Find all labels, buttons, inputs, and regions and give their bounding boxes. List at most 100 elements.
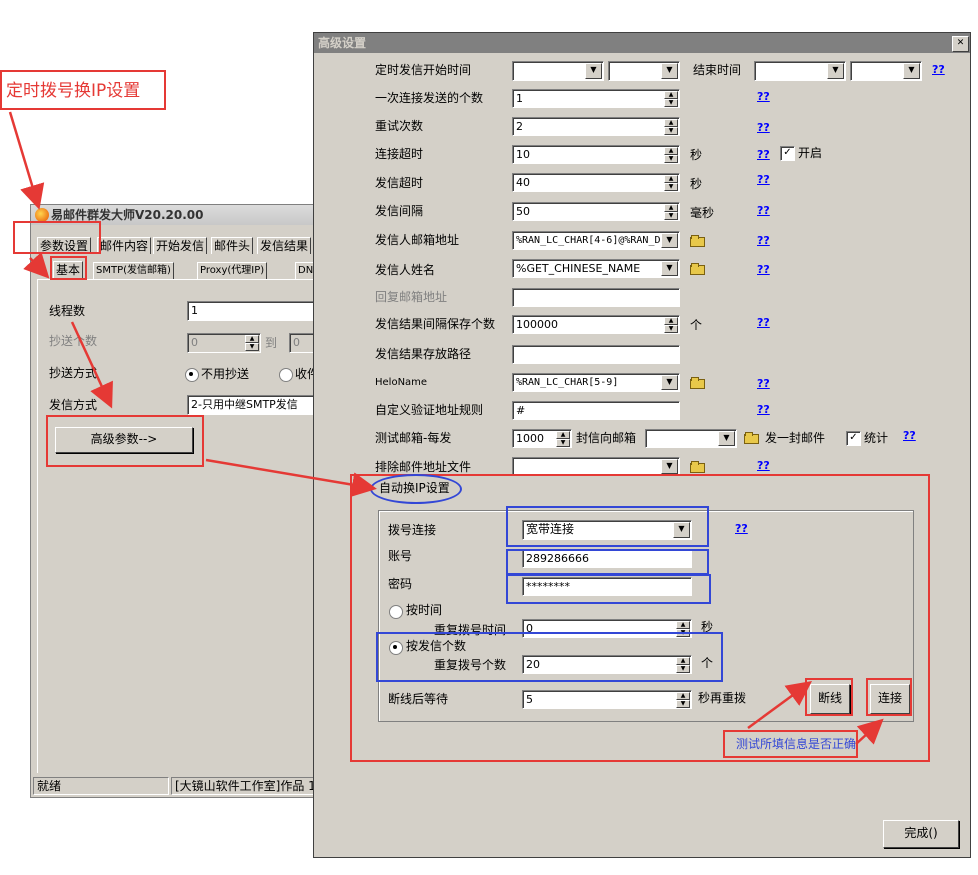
dialog-titlebar[interactable]: 高级设置 ✕: [314, 33, 970, 53]
verify-rule-label: 自定义验证地址规则: [375, 403, 484, 417]
subtab-proxy[interactable]: Proxy(代理IP): [197, 262, 268, 279]
annotation-account-box: [506, 549, 709, 575]
tab-panel: [37, 279, 321, 773]
annotation-disconnect-box: [805, 678, 853, 716]
cc-to-label: 到: [265, 336, 278, 350]
verify-rule-input[interactable]: #: [512, 401, 680, 420]
annotation-basic-tab-box: [50, 256, 87, 280]
send-timeout-label: 发信超时: [375, 176, 424, 190]
start-date-select[interactable]: ▼: [512, 61, 604, 81]
annotation-bycount-box: [376, 632, 723, 682]
from-addr-folder-icon[interactable]: [690, 234, 706, 247]
help-link-send-timeout[interactable]: ??: [757, 173, 770, 187]
help-link-helo[interactable]: ??: [757, 377, 770, 391]
help-link-conn-timeout[interactable]: ??: [757, 148, 770, 162]
annotation-password-box: [506, 574, 711, 604]
tab-send-result[interactable]: 发信结果: [257, 237, 312, 254]
subtab-smtp[interactable]: SMTP(发信邮箱): [93, 262, 174, 279]
end-date-select[interactable]: ▼: [754, 61, 846, 81]
end-time-label: 结束时间: [693, 63, 742, 77]
save-path-input[interactable]: [512, 345, 680, 364]
annotation-group-title-ellipse: [370, 474, 462, 504]
retry-input[interactable]: 2 ▲ ▼: [512, 117, 680, 136]
reply-addr-input[interactable]: [512, 288, 680, 307]
help-link-test-mail[interactable]: ??: [903, 429, 916, 443]
test-mail-folder-icon[interactable]: [744, 431, 760, 444]
send-mode-label: 发信方式: [49, 398, 98, 412]
from-addr-label: 发信人邮箱地址: [375, 233, 460, 247]
back-window: 易邮件群发大师V20.20.00 参数设置 邮件内容 开始发信 邮件头 发信结果…: [30, 204, 323, 798]
annotation-connect-box: [866, 678, 912, 716]
from-name-select[interactable]: %GET_CHINESE_NAME ▼: [512, 259, 680, 278]
cc-mode-label: 抄送方式: [49, 366, 98, 380]
test-mail-addr-select[interactable]: ▼: [645, 429, 737, 448]
close-button[interactable]: ✕: [952, 36, 969, 52]
per-conn-input[interactable]: 1 ▲ ▼: [512, 89, 680, 108]
enable-checkbox[interactable]: ✓: [780, 146, 795, 161]
per-conn-label: 一次连接发送的个数: [375, 91, 484, 105]
annotation-dial-box: [506, 506, 709, 547]
help-link-interval[interactable]: ??: [757, 204, 770, 218]
send-timeout-unit: 秒: [690, 177, 703, 191]
from-name-folder-icon[interactable]: [690, 262, 706, 275]
interval-unit: 毫秒: [690, 206, 715, 220]
test-mail-label: 测试邮箱-每发: [375, 431, 452, 445]
help-link-from-addr[interactable]: ??: [757, 234, 770, 248]
annotation-label: 定时拨号换IP设置: [6, 81, 141, 101]
help-link-retry[interactable]: ??: [757, 121, 770, 135]
conn-timeout-unit: 秒: [690, 148, 703, 162]
help-link-save-every[interactable]: ??: [757, 316, 770, 330]
help-link-verify-rule[interactable]: ??: [757, 403, 770, 417]
annotation-params-tab-box: [13, 221, 101, 254]
close-icon: ✕: [956, 38, 965, 48]
cc-opt2-radio[interactable]: [279, 368, 293, 382]
help-link-from-name[interactable]: ??: [757, 263, 770, 277]
stats-checkbox[interactable]: ✓: [846, 431, 861, 446]
cc-from-input[interactable]: 0 ▲ ▼: [187, 333, 261, 353]
stats-label: 统计: [864, 431, 889, 445]
start-time-select[interactable]: ▼: [608, 61, 680, 81]
tab-mail-content[interactable]: 邮件内容: [97, 237, 152, 254]
exclude-file-folder-icon[interactable]: [690, 460, 706, 473]
cc-count-label: 抄送个数: [49, 334, 98, 348]
helo-folder-icon[interactable]: [690, 376, 706, 389]
conn-timeout-input[interactable]: 10 ▲ ▼: [512, 145, 680, 164]
help-link-per-conn[interactable]: ??: [757, 90, 770, 104]
end-time-select[interactable]: ▼: [850, 61, 922, 81]
seal-to-label: 封信向邮箱: [576, 431, 637, 445]
tab-mail-header[interactable]: 邮件头: [211, 237, 254, 254]
status-bar: 就绪 [大镜山软件工作室]作品 1: [31, 775, 319, 797]
interval-input[interactable]: 50 ▲ ▼: [512, 202, 680, 221]
done-button[interactable]: 完成(): [883, 820, 959, 848]
help-link-exclude-file[interactable]: ??: [757, 459, 770, 473]
retry-label: 重试次数: [375, 119, 424, 133]
conn-timeout-label: 连接超时: [375, 147, 424, 161]
thread-label: 线程数: [49, 304, 86, 318]
helo-select[interactable]: %RAN_LC_CHAR[5-9] ▼: [512, 373, 680, 392]
save-every-input[interactable]: 100000 ▲ ▼: [512, 315, 680, 334]
dialog-title: 高级设置: [318, 36, 367, 50]
status-right: [大镜山软件工作室]作品 1: [175, 780, 316, 793]
app-logo-icon: [35, 208, 49, 222]
enable-label: 开启: [798, 146, 823, 160]
send-mode-select[interactable]: 2-只用中继SMTP发信: [187, 395, 321, 415]
cc-opt1-radio[interactable]: [185, 368, 199, 382]
cc-opt1-label: 不用抄送: [201, 367, 250, 381]
interval-label: 发信间隔: [375, 204, 424, 218]
timed-start-label: 定时发信开始时间: [375, 63, 472, 77]
from-addr-select[interactable]: %RAN_LC_CHAR[4-6]@%RAN_DI ▼: [512, 231, 680, 250]
test-mail-input[interactable]: 1000 ▲ ▼: [512, 429, 572, 448]
send-timeout-input[interactable]: 40 ▲ ▼: [512, 173, 680, 192]
send-one-label: 发一封邮件: [765, 431, 826, 445]
help-link-timed[interactable]: ??: [932, 63, 945, 77]
annotation-hint: 测试所填信息是否正确: [736, 737, 857, 751]
status-left: 就绪: [37, 780, 62, 793]
save-every-label: 发信结果间隔保存个数: [375, 317, 496, 331]
thread-input[interactable]: 1: [187, 301, 321, 321]
save-path-label: 发信结果存放路径: [375, 347, 472, 361]
from-name-label: 发信人姓名: [375, 263, 436, 277]
save-every-unit: 个: [690, 318, 703, 332]
annotation-adv-button-box: [46, 415, 204, 467]
tab-start-send[interactable]: 开始发信: [153, 237, 208, 254]
exclude-file-label: 排除邮件地址文件: [375, 460, 472, 474]
